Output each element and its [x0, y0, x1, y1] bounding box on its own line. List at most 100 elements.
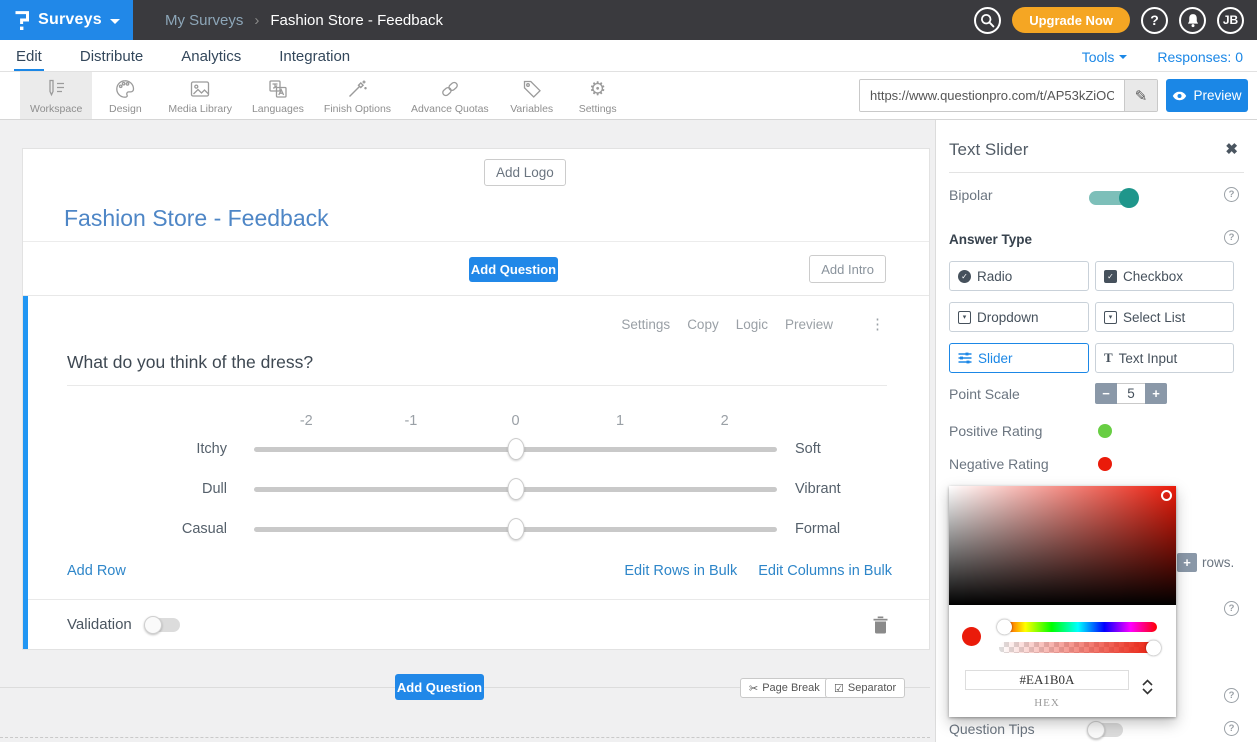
hex-input[interactable]: [965, 670, 1129, 690]
delete-question-button[interactable]: [873, 616, 888, 634]
row-right-label: Formal: [777, 521, 892, 537]
slider-track[interactable]: [254, 487, 777, 492]
point-scale-decrease-button[interactable]: −: [1095, 383, 1117, 404]
slider-handle[interactable]: [507, 438, 524, 460]
tab-edit[interactable]: Edit: [14, 44, 44, 71]
help-icon[interactable]: ?: [1224, 688, 1239, 703]
tab-integration[interactable]: Integration: [277, 44, 352, 71]
breadcrumb-separator: ›: [254, 12, 259, 29]
question-text[interactable]: What do you think of the dress?: [67, 352, 887, 386]
editor-toolbar: Workspace Design Media Library: [0, 72, 1257, 120]
question-preview-link[interactable]: Preview: [785, 317, 833, 332]
saturation-cursor[interactable]: [1161, 490, 1172, 501]
bipolar-toggle[interactable]: [1089, 191, 1133, 205]
edit-url-button[interactable]: ✎: [1124, 80, 1157, 111]
scale-labels-row: -2 -1 0 1 2: [28, 413, 929, 429]
help-button[interactable]: ?: [1141, 7, 1168, 34]
search-button[interactable]: [974, 7, 1001, 34]
preview-button[interactable]: Preview: [1166, 79, 1248, 112]
add-logo-button[interactable]: Add Logo: [484, 159, 566, 186]
toolbar-item-languages[interactable]: Languages: [242, 72, 314, 119]
answer-type-slider[interactable]: Slider: [949, 343, 1089, 373]
topbar: Surveys My Surveys › Fashion Store - Fee…: [0, 0, 1257, 40]
alpha-slider[interactable]: [999, 642, 1159, 653]
edit-rows-in-bulk-link[interactable]: Edit Rows in Bulk: [624, 563, 737, 579]
tab-analytics[interactable]: Analytics: [179, 44, 243, 71]
separator-button[interactable]: ☑ Separator: [825, 678, 905, 698]
add-row-link[interactable]: Add Row: [67, 563, 126, 579]
select-list-icon: ▾: [1104, 311, 1117, 324]
edit-columns-in-bulk-link[interactable]: Edit Columns in Bulk: [758, 563, 892, 579]
add-question-button-top[interactable]: Add Question: [469, 257, 558, 282]
preview-label: Preview: [1193, 88, 1241, 103]
toolbar-item-workspace[interactable]: Workspace: [20, 72, 92, 119]
upgrade-now-button[interactable]: Upgrade Now: [1012, 7, 1130, 33]
hue-slider[interactable]: [999, 622, 1157, 632]
answer-type-radio[interactable]: ✓ Radio: [949, 261, 1089, 291]
product-name: Surveys: [38, 11, 102, 29]
color-format-toggle[interactable]: [1142, 679, 1153, 695]
notifications-button[interactable]: [1179, 7, 1206, 34]
point-scale-increase-button[interactable]: +: [1145, 383, 1167, 404]
scale-label: 2: [672, 413, 777, 429]
toolbar-item-advance-quotas[interactable]: Advance Quotas: [401, 72, 499, 119]
add-intro-button[interactable]: Add Intro: [809, 255, 886, 283]
question-settings-link[interactable]: Settings: [621, 317, 670, 332]
validation-toggle[interactable]: [146, 618, 180, 632]
toolbar-label: Advance Quotas: [411, 103, 489, 115]
help-icon[interactable]: ?: [1224, 721, 1239, 736]
toolbar-label: Workspace: [30, 103, 82, 115]
chevron-down-icon: [110, 19, 120, 24]
question-tips-toggle[interactable]: [1089, 723, 1123, 737]
row-left-label: Itchy: [67, 441, 254, 457]
tools-menu[interactable]: Tools: [1082, 49, 1128, 65]
slider-track[interactable]: [254, 527, 777, 532]
breadcrumb-my-surveys[interactable]: My Surveys: [165, 12, 243, 29]
answer-type-dropdown[interactable]: ▾ Dropdown: [949, 302, 1089, 332]
panel-title: Text Slider: [949, 140, 1028, 160]
toolbar-item-design[interactable]: Design: [92, 72, 158, 119]
help-icon[interactable]: ?: [1224, 601, 1239, 616]
answer-type-select-list[interactable]: ▾ Select List: [1095, 302, 1234, 332]
point-scale-label: Point Scale: [949, 386, 1020, 402]
scissors-icon: ✂: [749, 682, 758, 695]
responses-count[interactable]: Responses: 0: [1157, 49, 1243, 65]
add-question-button-bottom[interactable]: Add Question: [395, 674, 484, 700]
help-icon[interactable]: ?: [1224, 230, 1239, 245]
avatar[interactable]: JB: [1217, 7, 1244, 34]
answer-type-checkbox[interactable]: ✓ Checkbox: [1095, 261, 1234, 291]
saturation-area[interactable]: [949, 486, 1176, 605]
toolbar-item-media-library[interactable]: Media Library: [158, 72, 242, 119]
alpha-handle[interactable]: [1146, 640, 1161, 655]
slider-track[interactable]: [254, 447, 777, 452]
slider-handle[interactable]: [507, 478, 524, 500]
question-bulk-links: Add Row Edit Rows in Bulk Edit Columns i…: [28, 549, 929, 599]
help-icon: ?: [1150, 12, 1159, 28]
negative-rating-label: Negative Rating: [949, 456, 1049, 472]
positive-rating-color-swatch[interactable]: [1098, 424, 1112, 438]
share-url-input[interactable]: [860, 80, 1124, 111]
scale-labels: -2 -1 0 1 2: [254, 413, 777, 429]
toolbar-item-finish-options[interactable]: Finish Options: [314, 72, 401, 119]
rows-increase-button[interactable]: +: [1177, 553, 1197, 572]
question-logic-link[interactable]: Logic: [736, 317, 768, 332]
page-break-button[interactable]: ✂ Page Break: [740, 678, 829, 698]
breadcrumb-current: Fashion Store - Feedback: [270, 12, 443, 29]
close-icon[interactable]: ✖: [1225, 140, 1238, 158]
row-right-label: Vibrant: [777, 481, 892, 497]
product-menu[interactable]: Surveys: [0, 0, 133, 40]
answer-type-label: Answer Type: [949, 232, 1032, 247]
slider-handle[interactable]: [507, 518, 524, 540]
survey-title[interactable]: Fashion Store - Feedback: [64, 205, 329, 232]
hue-handle[interactable]: [997, 620, 1012, 635]
page-break-label: Page Break: [762, 682, 819, 694]
add-question-zone: Add Question ✂ Page Break ☑ Separator: [0, 674, 935, 714]
question-copy-link[interactable]: Copy: [687, 317, 719, 332]
help-icon[interactable]: ?: [1224, 187, 1239, 202]
kebab-menu-icon[interactable]: ⋮: [870, 318, 885, 332]
toolbar-item-settings[interactable]: ⚙ Settings: [565, 72, 631, 119]
tab-distribute[interactable]: Distribute: [78, 44, 145, 71]
toolbar-item-variables[interactable]: Variables: [499, 72, 565, 119]
answer-type-text-input[interactable]: T Text Input: [1095, 343, 1234, 373]
negative-rating-color-swatch[interactable]: [1098, 457, 1112, 471]
